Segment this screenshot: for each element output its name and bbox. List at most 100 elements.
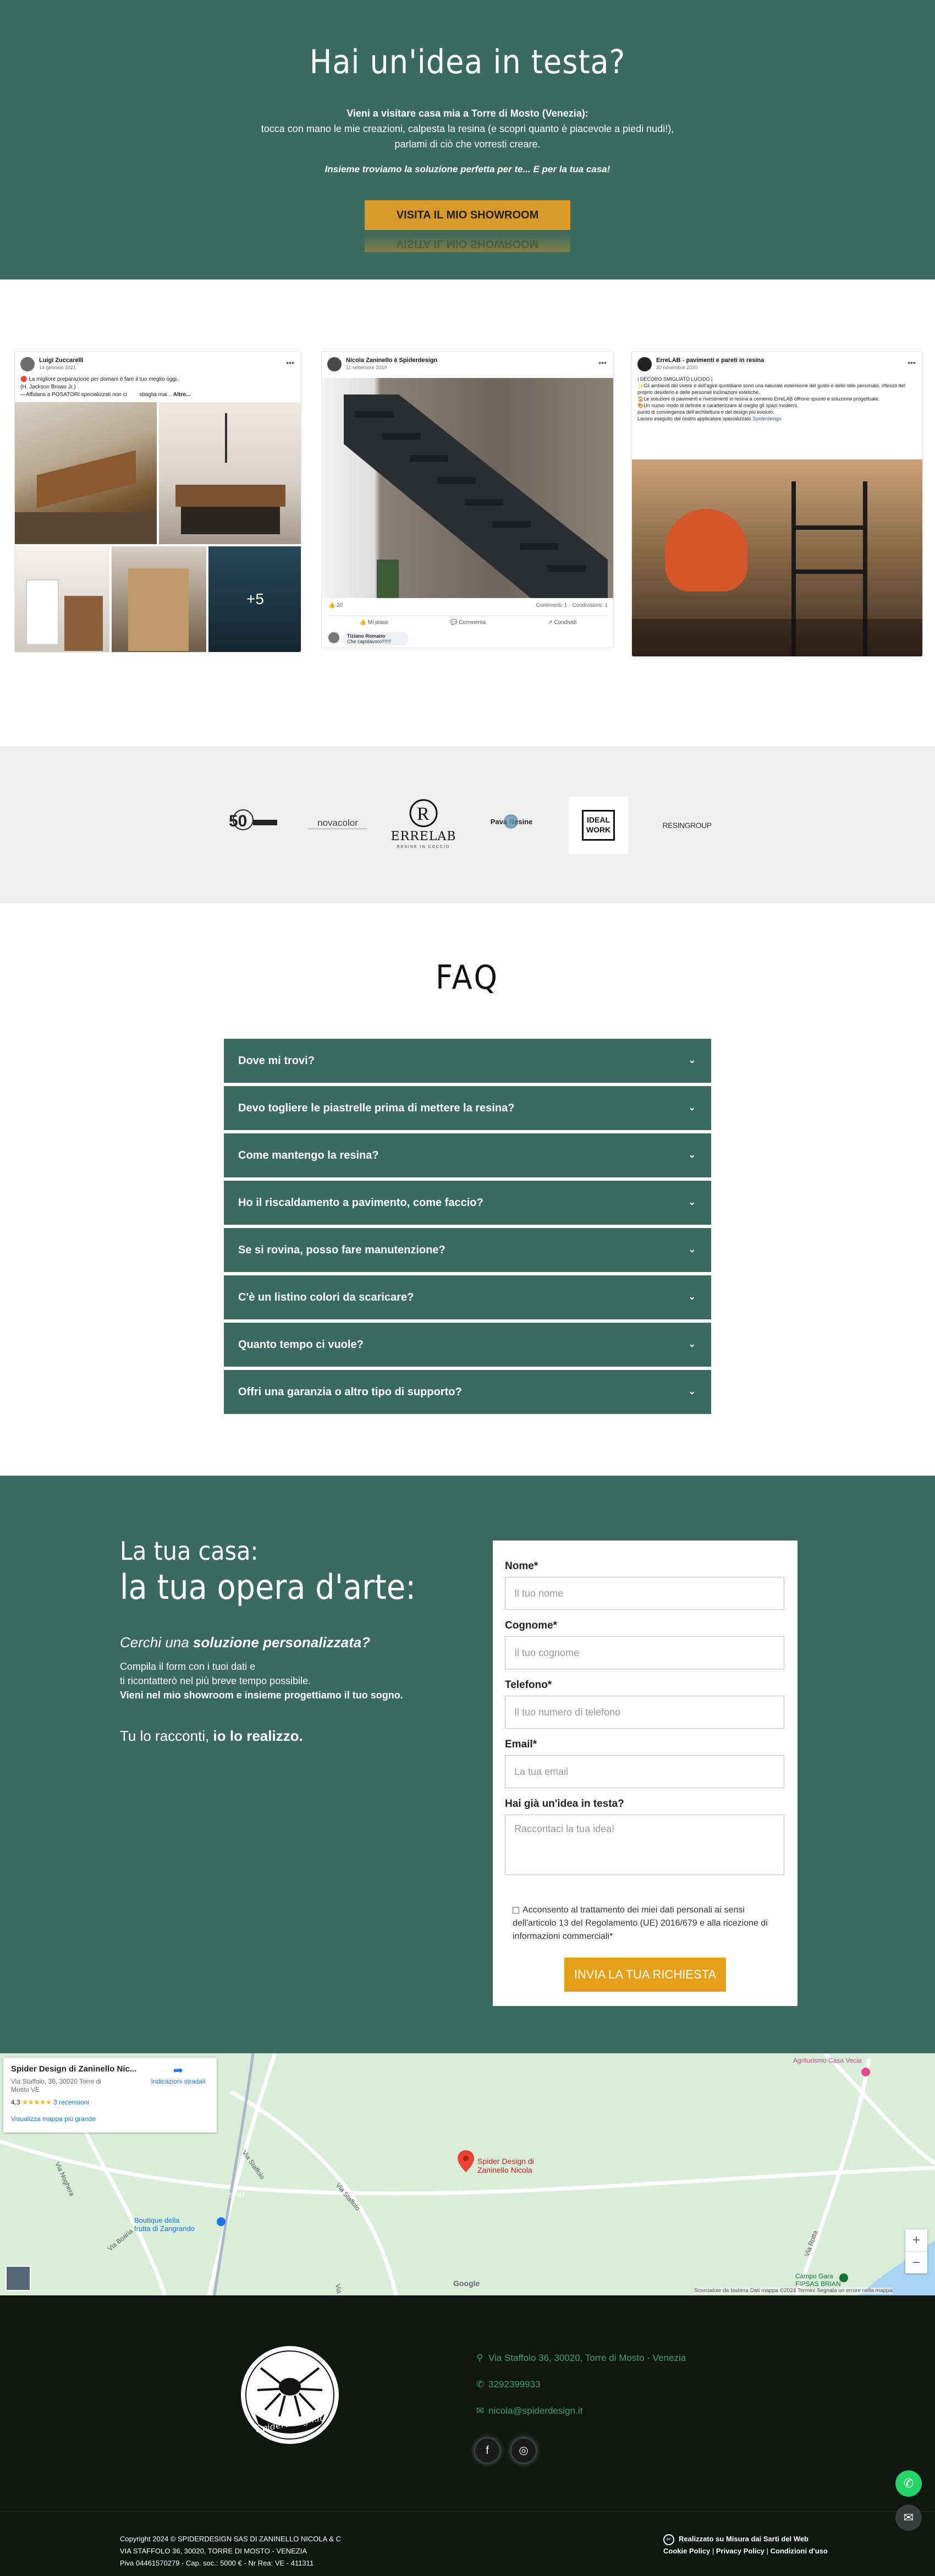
post-photo[interactable] [112,546,206,652]
description-line: ti ricontatterò nel più breve tempo poss… [120,1675,311,1686]
post-photo[interactable] [159,402,301,544]
footer-logo[interactable]: Spiderdesign.it [241,2346,339,2444]
contact-subtitle: la tua opera d'arte: [120,1567,416,1607]
faq-item[interactable]: Dove mi trovi? ⌄ [224,1039,711,1083]
footer-credits: ✂ Realizzato su Misura dai Sarti del Web … [663,2533,828,2557]
map-section[interactable]: Via Staffolo Via Staffolo Via Noghera Vi… [0,2053,935,2295]
chevron-down-icon: ⌄ [688,1340,696,1349]
contact-question: Cerchi una soluzione personalizzata? [120,1634,370,1651]
park-icon[interactable] [839,2273,848,2282]
more-options-icon[interactable]: ••• [598,358,607,367]
post-photo[interactable] [15,546,109,652]
footer-phone[interactable]: ✆ 3292399933 [476,2379,541,2390]
more-options-icon[interactable]: ••• [286,358,294,367]
visit-showroom-button[interactable]: VISITA IL MIO SHOWROOM [365,200,570,230]
directions-button[interactable]: ➦ Indicazioni stradali [145,2063,211,2085]
privacy-policy-link[interactable]: Privacy Policy [716,2547,765,2555]
more-photos-count[interactable]: +5 [208,590,301,608]
post-author[interactable]: ErreLAB - pavimenti e pareti in resina [656,357,764,364]
cookie-policy-link[interactable]: Cookie Policy [663,2547,710,2555]
faq-item[interactable]: Se si rovina, posso fare manutenzione? ⌄ [224,1228,711,1272]
zoom-in-button[interactable]: + [905,2229,927,2251]
faq-item[interactable]: Come mantengo la resina? ⌄ [224,1133,711,1177]
google-logo: Google [453,2279,480,2288]
hero-line: tocca con mano le mie creazioni, calpest… [261,123,674,134]
contact-section: La tua casa: la tua opera d'arte: Cerchi… [0,1476,935,2053]
comment-button[interactable]: 💬 Commenta [450,616,486,629]
surname-input[interactable]: Il tuo cognome [505,1636,784,1669]
idea-textarea[interactable]: Raccontaci la tua idea! [505,1815,784,1875]
footer-email[interactable]: ✉ nicola@spiderdesign.it [476,2405,582,2416]
question-bold: soluzione personalizzata? [193,1634,371,1651]
email-fab-icon[interactable]: ✉ [895,2504,922,2531]
post-photo[interactable] [632,459,922,656]
facebook-post[interactable]: ErreLAB - pavimenti e pareti in resina 3… [631,351,923,657]
poi-label[interactable]: Boutique della frutta di Zangrando [134,2216,195,2233]
like-button[interactable]: 👍 Mi piace [360,616,388,629]
description-bold: Vieni nel mio showroom e insieme progett… [120,1690,403,1701]
post-stats: 👍 20 Commenti: 1 · Condivisioni: 1 [328,602,608,609]
facebook-post[interactable]: Luigi Zuccarelli 14 gennaio 2021 ••• 🔴 L… [14,351,301,653]
copyright-line: Piva 04461570279 - Cap. soc.: 5000 € - N… [120,2559,314,2567]
poi-label[interactable]: Agriturismo Casa Vecia [793,2057,862,2064]
pin-label: Spider Design di Zaninello Nicola [477,2157,534,2174]
consent-checkbox-row[interactable]: Acconsento al trattamento dei miei dati … [513,1904,771,1943]
chevron-down-icon: ⌄ [688,1292,696,1302]
hero-description: Vieni a visitare casa mia a Torre di Mos… [0,106,935,152]
partner-logo-50: 50 [216,808,280,835]
svg-text:SP47: SP47 [229,2191,245,2199]
view-larger-map-link[interactable]: Visualizza mappa più grande [11,2115,96,2123]
rating-value: 4,3 [11,2098,20,2106]
faq-item[interactable]: C'è un listino colori da scaricare? ⌄ [224,1275,711,1319]
shop-icon[interactable] [217,2217,226,2226]
rating-stars: ★★★★★ [22,2098,52,2106]
idealwork-label: IDEAL WORK [582,810,615,841]
faq-item[interactable]: Ho il riscaldamento a pavimento, come fa… [224,1181,711,1225]
post-author[interactable]: Luigi Zuccarelli [39,357,84,364]
facebook-post[interactable]: Nicola Zaninello è Spiderdesign 11 sette… [321,351,614,648]
map-place-card: Spider Design di Zaninello Nic... Via St… [3,2058,217,2133]
more-options-icon[interactable]: ••• [908,358,916,367]
poi-label[interactable]: Campo Gara FIPSAS BRIAN [795,2272,841,2288]
poi-icon[interactable] [861,2068,870,2076]
phone-icon: ✆ [476,2379,485,2389]
terms-link[interactable]: Condizioni d'uso [771,2547,828,2555]
more-link[interactable]: Altro... [173,392,191,398]
instagram-icon[interactable]: ◎ [512,2438,536,2463]
svg-text:50: 50 [229,812,247,830]
credit-link[interactable]: ✂ Realizzato su Misura dai Sarti del Web [663,2533,828,2545]
faq-item[interactable]: Devo togliere le piastrelle prima di met… [224,1086,711,1130]
reaction-count[interactable]: 20 [337,602,343,609]
hero-tagline: Insieme troviamo la soluzione perfetta p… [324,164,610,174]
email-input[interactable]: La tua email [505,1755,784,1788]
map-pin[interactable] [458,2150,474,2172]
post-photo[interactable] [322,378,613,598]
mention-link[interactable]: Spiderdesign [752,416,782,421]
like-label: Mi piace [367,620,388,626]
consent-checkbox[interactable] [513,1906,519,1914]
facebook-icon[interactable]: f [475,2438,499,2463]
faq-item[interactable]: Quanto tempo ci vuole? ⌄ [224,1323,711,1367]
hero-title: Hai un'idea in testa? [309,43,626,81]
reviews-link[interactable]: 3 recensioni [53,2098,89,2106]
phone-text: 3292399933 [488,2379,541,2389]
map-attribution[interactable]: Scorciatoie da tastiera Dati mappa ©2024… [694,2288,893,2294]
post-photo[interactable] [15,402,157,544]
post-photo[interactable]: +5 [208,546,301,652]
footer-address[interactable]: ⚲ Via Staffolo 36, 30020, Torre di Mosto … [476,2353,686,2364]
comments-count[interactable]: Commenti: 1 · Condivisioni: 1 [536,602,608,609]
phone-input[interactable]: Il tuo numero di telefono [505,1696,784,1729]
submit-button[interactable]: INVIA LA TUA RICHIESTA [564,1958,726,1992]
sarti-logo-icon: ✂ [663,2534,674,2545]
zoom-out-button[interactable]: − [905,2251,927,2273]
spider-logo-icon: Spiderdesign.it [245,2350,334,2440]
share-button[interactable]: ↗ Condividi [548,616,576,629]
whatsapp-icon[interactable]: ✆ [895,2470,922,2497]
name-input[interactable]: Il tuo nome [505,1577,784,1610]
faq-item[interactable]: Offri una garanzia o altro tipo di suppo… [224,1370,711,1414]
post-author[interactable]: Nicola Zaninello è Spiderdesign [346,357,437,364]
comment-label: Commenta [459,620,486,626]
surname-label: Cognome* [505,1620,557,1631]
satellite-toggle[interactable] [6,2266,31,2291]
comment-author[interactable]: Tiziano Romano [347,633,385,639]
